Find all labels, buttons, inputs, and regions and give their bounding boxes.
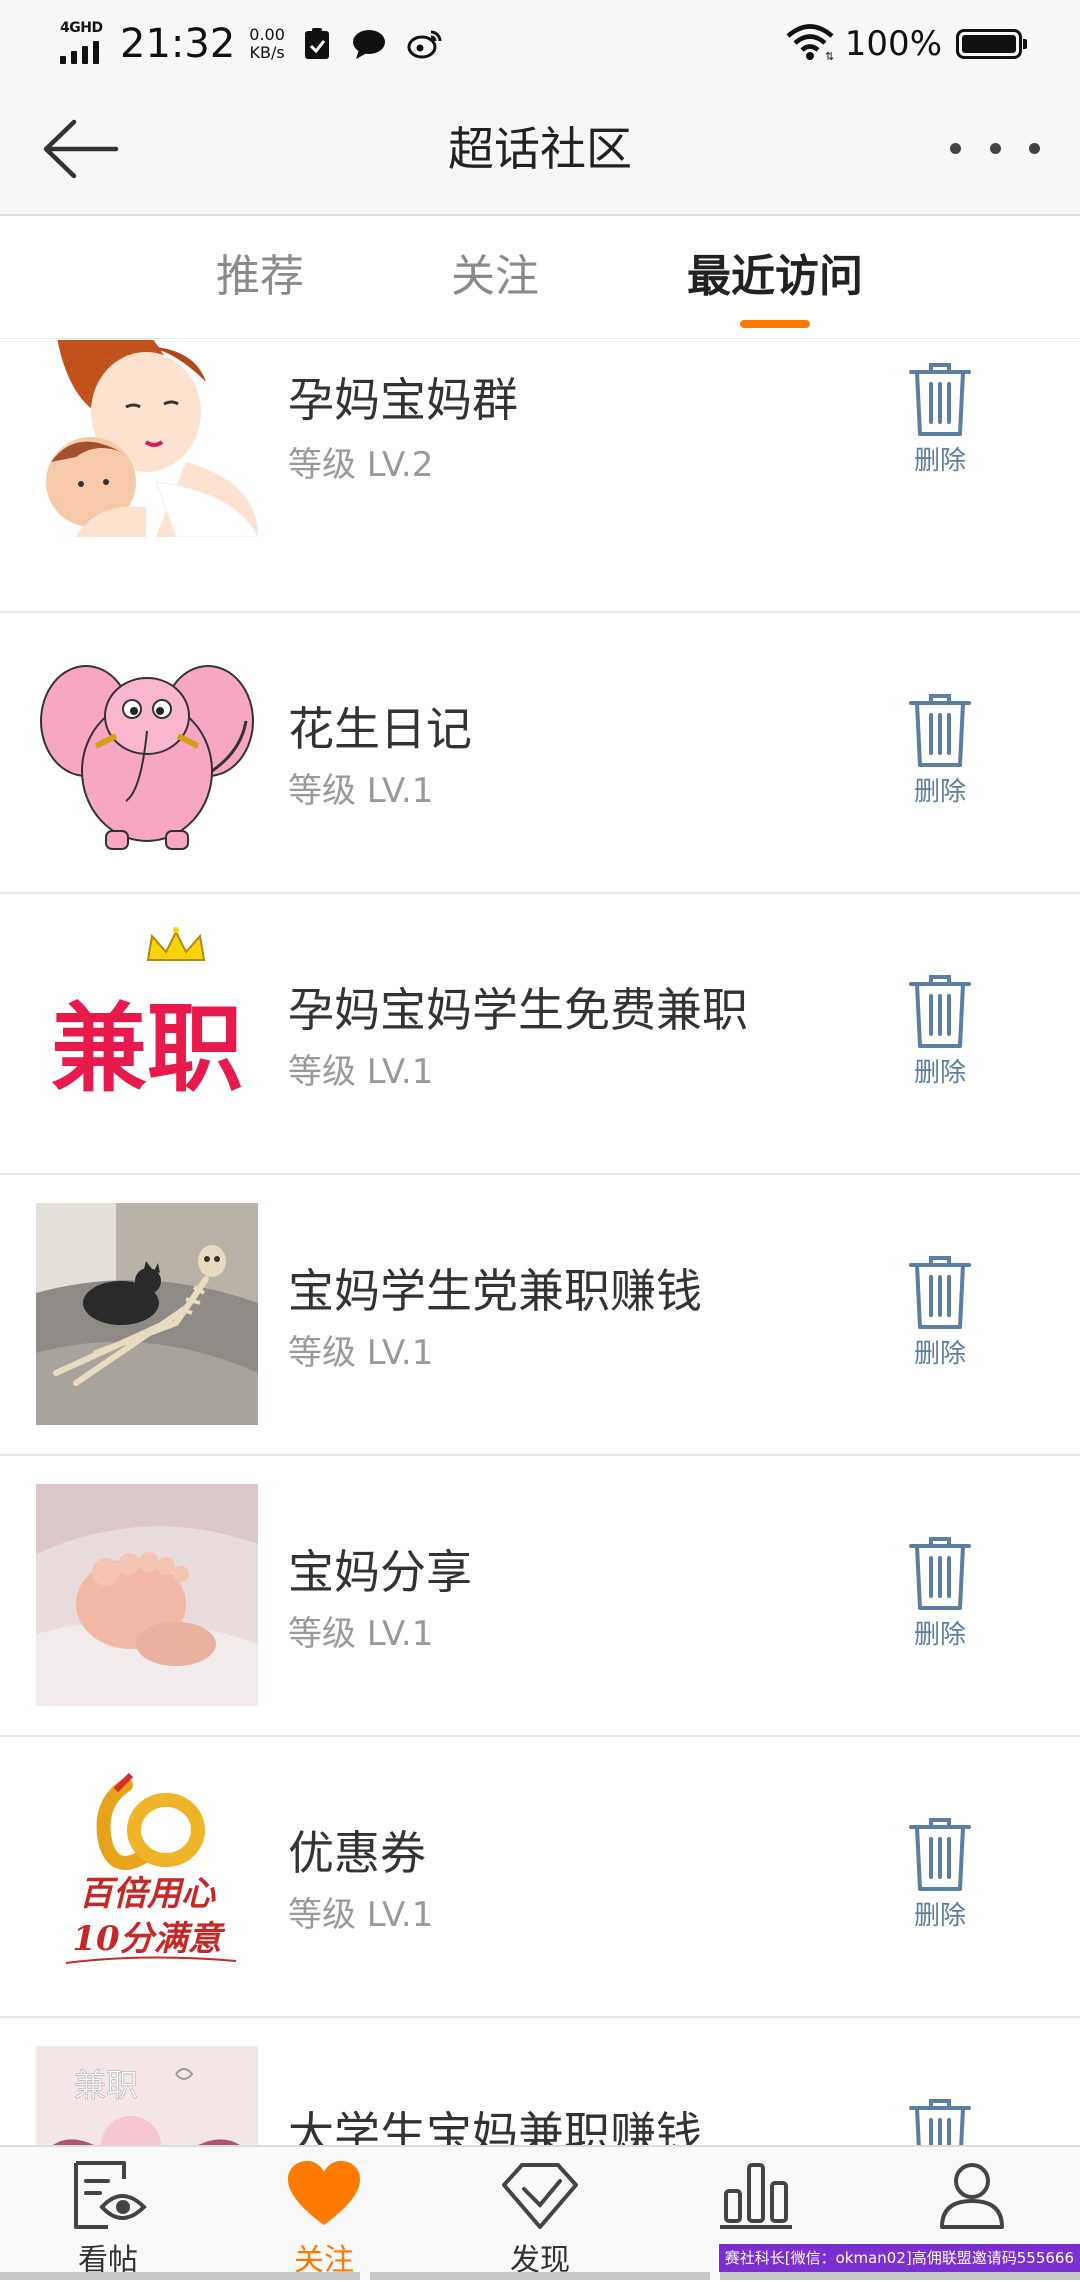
user-icon xyxy=(940,2163,1004,2229)
diamond-icon xyxy=(502,2163,578,2229)
watermark-banner: 赛社科长[微信：okman02]高佣联盟邀请码555666 xyxy=(718,2244,1080,2272)
supertopic-name: 优惠券 xyxy=(288,1826,426,1880)
list-item[interactable]: 百倍用心 10分满意 优惠券 等级 LV.1 删除 xyxy=(0,1737,1080,2018)
delete-button[interactable]: 删除 xyxy=(880,1253,1000,1393)
avatar-text: 兼职 xyxy=(74,2066,138,2104)
delete-label: 删除 xyxy=(913,1058,966,1088)
delete-button[interactable]: 删除 xyxy=(880,360,1000,500)
avatar-text: 兼职 xyxy=(51,993,243,1105)
supertopic-level: 等级 LV.1 xyxy=(288,1895,434,1935)
more-button[interactable] xyxy=(950,128,1040,168)
supertopic-name: 宝妈学生党兼职赚钱 xyxy=(288,1264,702,1318)
list-item[interactable]: 宝妈学生党兼职赚钱 等级 LV.1 删除 xyxy=(0,1175,1080,1456)
clipboard-check-icon xyxy=(303,27,331,61)
more-dot xyxy=(950,142,961,154)
supertopic-name: 大学生宝妈兼职赚钱 xyxy=(288,2107,702,2145)
tab-bar: 推荐 关注 最近访问 xyxy=(0,216,1080,339)
trash-icon xyxy=(909,975,971,1048)
home-indicator xyxy=(0,2272,360,2280)
active-tab-indicator xyxy=(740,320,810,328)
battery-percent: 100% xyxy=(844,24,942,64)
trash-icon xyxy=(909,363,971,436)
delete-label: 删除 xyxy=(913,1620,966,1650)
delete-button[interactable]: 删除 xyxy=(880,1815,1000,1955)
delete-button[interactable]: 删除 xyxy=(880,1534,1000,1674)
tab-recommend[interactable]: 推荐 xyxy=(190,216,330,338)
speed-value: 0.00 xyxy=(249,25,285,44)
tab-label: 关注 xyxy=(451,251,539,302)
avatar xyxy=(36,340,258,537)
status-time: 21:32 xyxy=(120,21,236,67)
trash-icon xyxy=(909,1537,971,1610)
svg-text:⇅: ⇅ xyxy=(825,50,834,61)
network-type: 4GHD xyxy=(60,20,103,36)
recent-supertopic-list: 孕妈宝妈群 等级 LV.2 删除 花生日记 等级 LV.1 删除 兼职 孕妈宝妈… xyxy=(0,340,1080,2145)
home-indicator xyxy=(720,2272,1080,2280)
supertopic-level: 等级 LV.1 xyxy=(288,1614,434,1654)
avatar xyxy=(36,1203,258,1425)
eye-post-icon xyxy=(74,2161,147,2229)
avatar: 兼职 xyxy=(36,922,258,1144)
page-title: 超话社区 xyxy=(448,122,632,176)
avatar: 百倍用心 10分满意 xyxy=(36,1765,258,1987)
delete-label: 删除 xyxy=(913,777,966,807)
bar-chart-icon xyxy=(720,2163,792,2229)
avatar xyxy=(36,1484,258,1706)
avatar: 兼职 xyxy=(36,2046,258,2145)
status-left: 4GHD 21:32 0.00 KB/s xyxy=(58,14,463,74)
status-bar: 4GHD 21:32 0.00 KB/s ⇅ 100% xyxy=(0,0,1080,84)
list-item[interactable]: 花生日记 等级 LV.1 删除 xyxy=(0,613,1080,894)
delete-label: 删除 xyxy=(913,1901,966,1931)
supertopic-name: 孕妈宝妈学生免费兼职 xyxy=(288,983,748,1037)
avatar xyxy=(36,641,258,863)
home-indicator xyxy=(370,2272,710,2280)
tab-recent-visits[interactable]: 最近访问 xyxy=(665,216,885,338)
list-item[interactable]: 孕妈宝妈群 等级 LV.2 删除 xyxy=(0,340,1080,613)
speed-unit: KB/s xyxy=(249,43,285,62)
delete-label: 删除 xyxy=(913,446,966,476)
supertopic-name: 孕妈宝妈群 xyxy=(288,373,518,427)
avatar-text: 10分满意 xyxy=(72,1919,225,1959)
delete-button[interactable]: 删除 xyxy=(880,2096,1000,2145)
trash-icon xyxy=(909,694,971,767)
delete-button[interactable]: 删除 xyxy=(880,972,1000,1112)
trash-icon xyxy=(909,1256,971,1329)
nav-follow[interactable]: 关注 xyxy=(216,2147,432,2282)
supertopic-level: 等级 LV.1 xyxy=(288,1052,434,1092)
supertopic-level: 等级 LV.1 xyxy=(288,771,434,811)
battery-icon xyxy=(956,29,1027,59)
more-dot xyxy=(989,142,1001,154)
tab-label: 最近访问 xyxy=(687,251,863,302)
more-dot xyxy=(1029,142,1040,154)
list-item[interactable]: 宝妈分享 等级 LV.1 删除 xyxy=(0,1456,1080,1737)
supertopic-level: 等级 LV.2 xyxy=(288,445,434,485)
signal-icon: 4GHD xyxy=(58,20,106,68)
supertopic-name: 宝妈分享 xyxy=(288,1545,472,1599)
tab-follow[interactable]: 关注 xyxy=(425,216,565,338)
status-right: ⇅ 100% xyxy=(785,14,1027,74)
tab-label: 推荐 xyxy=(216,251,304,302)
top-app-bar: 超话社区 xyxy=(0,84,1080,216)
supertopic-level: 等级 LV.1 xyxy=(288,1333,434,1373)
arrow-left-icon xyxy=(43,119,119,179)
network-speed: 0.00 KB/s xyxy=(249,26,285,62)
trash-icon xyxy=(909,2099,971,2145)
back-button[interactable] xyxy=(38,114,128,184)
list-item[interactable]: 兼职 孕妈宝妈学生免费兼职 等级 LV.1 删除 xyxy=(0,894,1080,1175)
nav-posts[interactable]: 看帖 xyxy=(0,2147,216,2282)
delete-button[interactable]: 删除 xyxy=(880,691,1000,831)
weibo-icon xyxy=(407,29,443,59)
avatar-text: 百倍用心 xyxy=(79,1874,216,1914)
nav-discover[interactable]: 发现 xyxy=(432,2147,648,2282)
chat-bubble-icon xyxy=(351,28,387,60)
delete-label: 删除 xyxy=(913,1339,966,1369)
supertopic-name: 花生日记 xyxy=(288,702,472,756)
heart-icon xyxy=(288,2161,360,2225)
list-item[interactable]: 兼职 大学生宝妈兼职赚钱 等级 删除 xyxy=(0,2018,1080,2145)
trash-icon xyxy=(909,1818,971,1891)
wifi-icon: ⇅ xyxy=(785,23,835,65)
